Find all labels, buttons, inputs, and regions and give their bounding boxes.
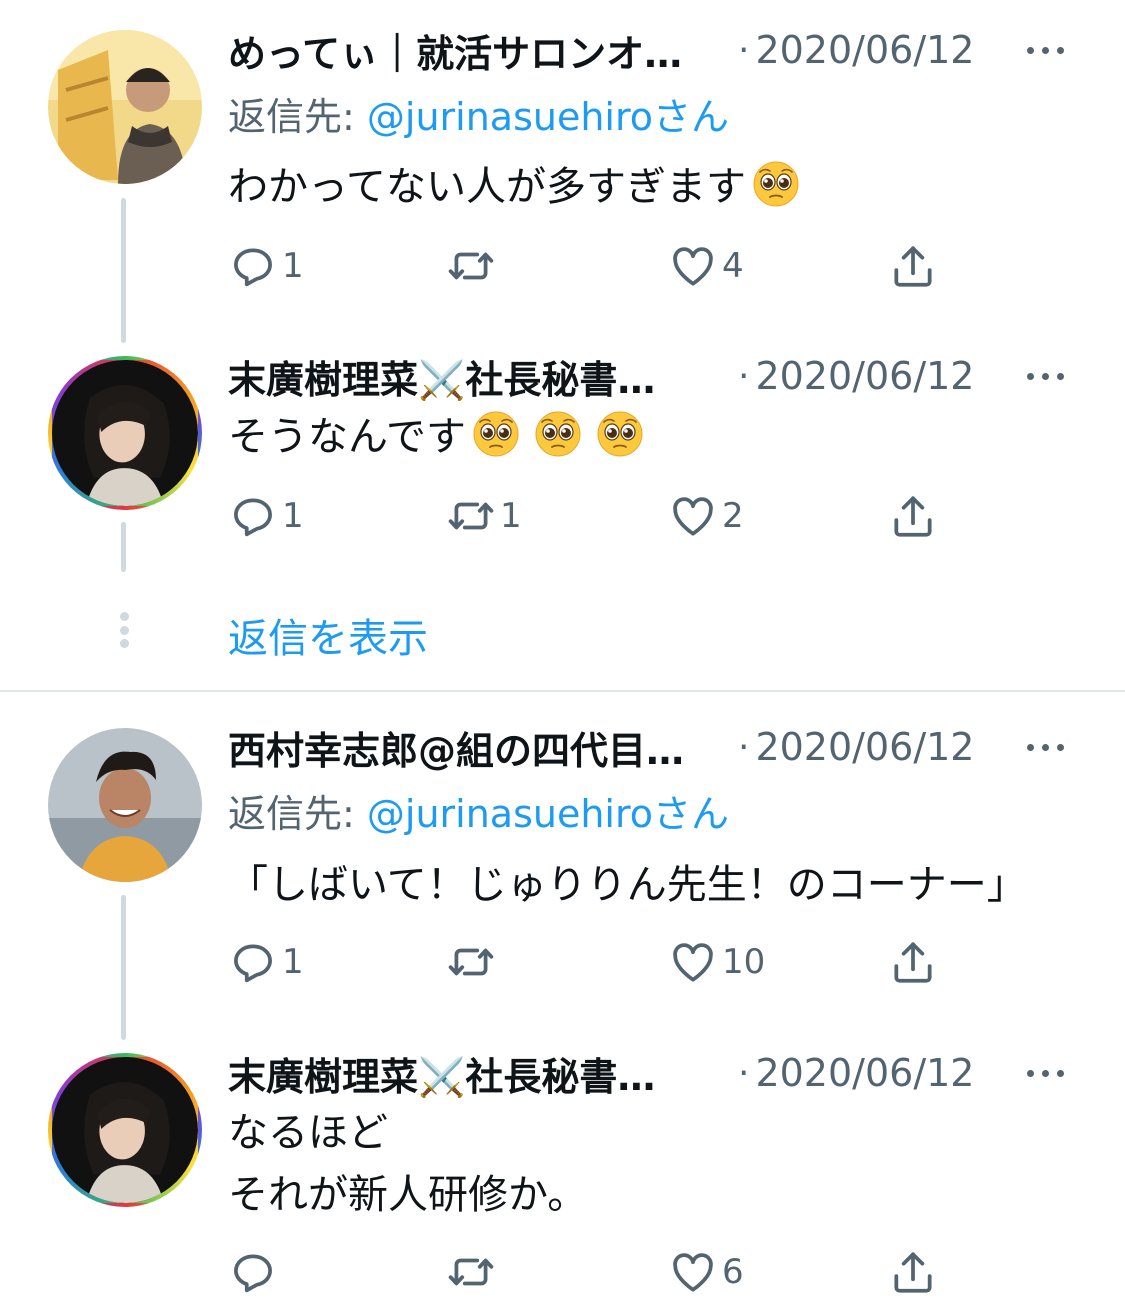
tweet-date[interactable]: 2020/06/12 <box>755 28 974 72</box>
heart-icon <box>668 241 718 291</box>
tweet-text-line: それが新人研修か。 <box>228 1172 588 1218</box>
pleading-face-emoji <box>472 410 520 458</box>
retweet-icon <box>446 241 496 291</box>
more-icon[interactable] <box>1027 36 1073 64</box>
tweet-text-line: わかってない人が多すぎます <box>228 164 746 210</box>
reply-to-prefix: 返信先: <box>228 95 367 139</box>
thread-continuation-dots <box>118 612 130 648</box>
author-name[interactable]: 末廣樹理菜⚔️社長秘書… <box>228 1046 728 1101</box>
avatar[interactable] <box>48 1053 202 1207</box>
reply-to-handle[interactable]: @jurinasuehiro <box>367 95 653 139</box>
reply-button[interactable]: 1 <box>228 238 304 294</box>
like-count: 6 <box>722 1252 744 1292</box>
heart-icon <box>668 937 718 987</box>
reply-count: 1 <box>282 496 304 536</box>
retweet-icon <box>446 491 496 541</box>
tweet-text-line: なるほど <box>228 1110 388 1156</box>
reply-count: 1 <box>282 942 304 982</box>
tweet-date[interactable]: 2020/06/12 <box>755 1051 974 1095</box>
pleading-face-emoji <box>752 160 800 208</box>
reply-to-handle[interactable]: @jurinasuehiro <box>367 792 653 836</box>
separator: · <box>738 1052 750 1094</box>
tweet-actions: 1 1 2 <box>228 488 988 544</box>
like-count: 10 <box>722 942 766 982</box>
tweet-text: わかってない人が多すぎます <box>228 156 800 218</box>
avatar-image <box>48 728 202 882</box>
reply-to-suffix: さん <box>653 95 730 139</box>
like-button[interactable]: 10 <box>668 934 765 990</box>
avatar[interactable] <box>48 728 202 882</box>
tweet-actions: 6 <box>228 1244 988 1300</box>
reply-button[interactable]: 1 <box>228 934 304 990</box>
reply-icon <box>228 1247 278 1297</box>
share-button[interactable] <box>888 488 938 544</box>
avatar[interactable] <box>48 30 202 184</box>
avatar-image <box>52 1057 198 1203</box>
share-button[interactable] <box>888 934 938 990</box>
reply-button[interactable] <box>228 1244 282 1300</box>
retweet-button[interactable] <box>446 1244 500 1300</box>
share-button[interactable] <box>888 238 938 294</box>
separator: · <box>738 355 750 397</box>
show-replies-link[interactable]: 返信を表示 <box>228 606 428 664</box>
reply-to-prefix: 返信先: <box>228 792 367 836</box>
author-name[interactable]: めってぃ｜就活サロンオ… <box>228 23 728 78</box>
share-icon <box>888 241 938 291</box>
reply-to: 返信先: @jurinasuehiroさん <box>228 86 729 141</box>
retweet-icon <box>446 1247 496 1297</box>
avatar[interactable] <box>48 356 202 510</box>
reply-to: 返信先: @jurinasuehiroさん <box>228 783 729 838</box>
heart-icon <box>668 1247 718 1297</box>
tweet-text: 「しばいて！じゅりりん先生！のコーナー」 <box>228 854 1027 916</box>
reply-icon <box>228 241 278 291</box>
reply-count: 1 <box>282 246 304 286</box>
retweet-count: 1 <box>500 496 522 536</box>
reply-to-suffix: さん <box>653 792 730 836</box>
share-icon <box>888 491 938 541</box>
thread-line <box>121 895 126 1040</box>
heart-icon <box>668 491 718 541</box>
more-icon[interactable] <box>1027 362 1073 390</box>
retweet-button[interactable] <box>446 238 500 294</box>
tweet-actions: 1 4 <box>228 238 988 294</box>
tweet-text-line: 「しばいて！じゅりりん先生！のコーナー」 <box>228 862 1027 908</box>
like-button[interactable]: 4 <box>668 238 744 294</box>
avatar-image <box>48 30 202 184</box>
retweet-icon <box>446 937 496 987</box>
separator: · <box>738 29 750 71</box>
tweet-date[interactable]: 2020/06/12 <box>755 725 974 769</box>
tweet-text-line: そうなんです <box>228 414 466 460</box>
thread-line <box>121 198 126 343</box>
divider <box>0 690 1125 692</box>
more-icon[interactable] <box>1027 1059 1073 1087</box>
retweet-button[interactable]: 1 <box>446 488 522 544</box>
share-button[interactable] <box>888 1244 938 1300</box>
separator: · <box>738 726 750 768</box>
tweet-text: なるほど それが新人研修か。 <box>228 1102 587 1226</box>
like-count: 2 <box>722 496 744 536</box>
tweet-actions: 1 10 <box>228 934 988 990</box>
pleading-face-emoji <box>534 410 582 458</box>
reply-icon <box>228 937 278 987</box>
share-icon <box>888 937 938 987</box>
tweet-text: そうなんです <box>228 406 644 468</box>
like-button[interactable]: 2 <box>668 488 744 544</box>
share-icon <box>888 1247 938 1297</box>
thread-line <box>121 522 126 572</box>
author-name[interactable]: 末廣樹理菜⚔️社長秘書… <box>228 349 728 404</box>
avatar-image <box>52 360 198 506</box>
pleading-face-emoji <box>596 410 644 458</box>
more-icon[interactable] <box>1027 733 1073 761</box>
retweet-button[interactable] <box>446 934 500 990</box>
reply-button[interactable]: 1 <box>228 488 304 544</box>
like-button[interactable]: 6 <box>668 1244 744 1300</box>
reply-icon <box>228 491 278 541</box>
like-count: 4 <box>722 246 744 286</box>
tweet-date[interactable]: 2020/06/12 <box>755 354 974 398</box>
author-name[interactable]: 西村幸志郎@組の四代目… <box>228 720 728 775</box>
